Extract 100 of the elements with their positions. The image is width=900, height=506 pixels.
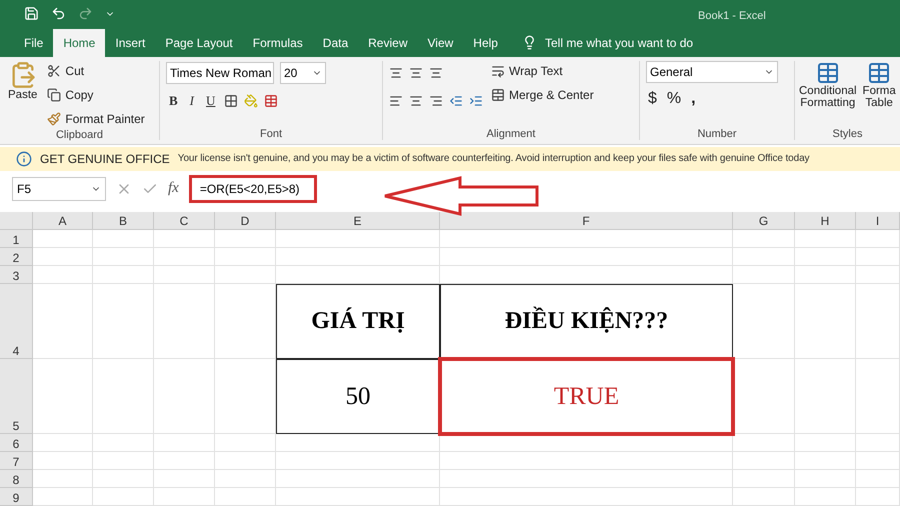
column-header[interactable]: H — [795, 212, 856, 230]
currency-button[interactable]: $ — [646, 88, 659, 109]
grid-cell[interactable] — [33, 359, 93, 434]
grid-cell[interactable] — [795, 488, 856, 506]
grid-cell[interactable] — [33, 284, 93, 359]
tell-me-field[interactable]: Tell me what you want to do — [544, 36, 694, 50]
grid-cell[interactable] — [795, 284, 856, 359]
copy-button[interactable]: Copy — [45, 84, 147, 105]
grid-cell[interactable] — [33, 266, 93, 284]
conditional-formatting-button[interactable]: Conditional Formatting — [797, 60, 859, 128]
grid-cell[interactable] — [33, 470, 93, 488]
grid-cell[interactable] — [154, 452, 215, 470]
grid-cell[interactable] — [795, 359, 856, 434]
grid-cell[interactable] — [215, 470, 276, 488]
formula-field[interactable]: =OR(E5<20,E5>8) — [188, 174, 317, 203]
grid-cell[interactable] — [154, 284, 215, 359]
grid-cell[interactable] — [795, 248, 856, 266]
column-header[interactable]: G — [733, 212, 795, 230]
grid-cell[interactable] — [154, 359, 215, 434]
grid-cell[interactable] — [440, 230, 733, 248]
grid-cell[interactable] — [93, 230, 154, 248]
grid-cell[interactable] — [856, 434, 900, 452]
grid-cell[interactable] — [276, 230, 440, 248]
column-header[interactable]: A — [33, 212, 93, 230]
ribbon-tab[interactable]: Formulas — [242, 28, 313, 57]
grid-cell[interactable] — [795, 470, 856, 488]
grid-cell[interactable] — [33, 434, 93, 452]
grid-cell[interactable] — [795, 452, 856, 470]
grid-cell[interactable] — [93, 452, 154, 470]
grid-cell[interactable] — [93, 434, 154, 452]
grid-cell[interactable] — [276, 470, 440, 488]
grid-cell[interactable] — [440, 452, 733, 470]
grid-cell[interactable] — [215, 452, 276, 470]
grid-cell[interactable] — [795, 230, 856, 248]
column-header[interactable]: E — [276, 212, 440, 230]
grid-cell[interactable] — [795, 266, 856, 284]
grid-cell[interactable] — [33, 488, 93, 506]
table-header-cell[interactable]: ĐIỀU KIỆN??? — [440, 284, 733, 359]
grid-cell[interactable] — [795, 434, 856, 452]
grid-cell[interactable] — [856, 284, 900, 359]
grid-cell[interactable] — [215, 266, 276, 284]
grid-cell[interactable] — [33, 230, 93, 248]
bold-button[interactable]: B — [166, 92, 181, 109]
grid-cell[interactable] — [93, 284, 154, 359]
grid-cell[interactable] — [856, 266, 900, 284]
font-size-field[interactable]: 20 — [280, 62, 326, 84]
table-cell[interactable]: 50 — [276, 359, 440, 434]
grid-cell[interactable] — [33, 248, 93, 266]
row-header[interactable]: 7 — [0, 452, 33, 470]
grid-cell[interactable] — [215, 488, 276, 506]
grid-cell[interactable] — [856, 470, 900, 488]
column-header[interactable]: B — [93, 212, 154, 230]
grid-cell[interactable] — [33, 452, 93, 470]
merge-center-button[interactable]: Merge & Center — [489, 84, 596, 105]
grid-cell[interactable] — [733, 488, 795, 506]
wrap-text-button[interactable]: Wrap Text — [489, 60, 596, 81]
grid-cell[interactable] — [154, 248, 215, 266]
grid-cell[interactable] — [856, 359, 900, 434]
grid-cell[interactable] — [440, 248, 733, 266]
name-box[interactable]: F5 — [12, 176, 106, 201]
grid-cell[interactable] — [154, 266, 215, 284]
grid-cell[interactable] — [215, 434, 276, 452]
grid-cell[interactable] — [733, 452, 795, 470]
insert-function-button[interactable]: fx — [168, 180, 179, 198]
grid-cell[interactable] — [154, 470, 215, 488]
grid-cell[interactable] — [276, 488, 440, 506]
ribbon-tab[interactable]: Help — [463, 28, 508, 57]
ribbon-tab[interactable]: Home — [53, 28, 106, 57]
row-header[interactable]: 4 — [0, 284, 33, 359]
column-header[interactable]: D — [215, 212, 276, 230]
cut-button[interactable]: Cut — [45, 60, 147, 81]
underline-button[interactable]: U — [203, 92, 218, 109]
grid-cell[interactable] — [215, 248, 276, 266]
grid-cell[interactable] — [856, 452, 900, 470]
paste-button[interactable]: Paste — [6, 60, 40, 129]
select-all-corner[interactable] — [0, 212, 33, 230]
grid-cell[interactable] — [733, 284, 795, 359]
grid-cell[interactable] — [93, 248, 154, 266]
italic-button[interactable]: I — [186, 92, 198, 109]
ribbon-tab[interactable]: View — [418, 28, 464, 57]
grid-cell[interactable] — [733, 359, 795, 434]
column-header[interactable]: I — [856, 212, 900, 230]
format-painter-button[interactable]: Format Painter — [45, 108, 147, 129]
table-header-cell[interactable]: GIÁ TRỊ — [276, 284, 440, 359]
comma-button[interactable]: , — [689, 88, 698, 109]
column-header[interactable]: F — [440, 212, 733, 230]
grid-cell[interactable] — [733, 248, 795, 266]
grid-cell[interactable] — [856, 248, 900, 266]
grid-cell[interactable] — [154, 488, 215, 506]
grid-cell[interactable] — [856, 230, 900, 248]
grid-cell[interactable] — [733, 470, 795, 488]
row-header[interactable]: 2 — [0, 248, 33, 266]
column-header[interactable]: C — [154, 212, 215, 230]
grid-cell[interactable] — [856, 488, 900, 506]
row-header[interactable]: 8 — [0, 470, 33, 488]
font-name-field[interactable]: Times New Roman — [166, 62, 274, 84]
grid-cell[interactable] — [276, 452, 440, 470]
ribbon-tab[interactable]: Review — [358, 28, 418, 57]
ribbon-tab[interactable]: Insert — [105, 28, 156, 57]
row-header[interactable]: 3 — [0, 266, 33, 284]
